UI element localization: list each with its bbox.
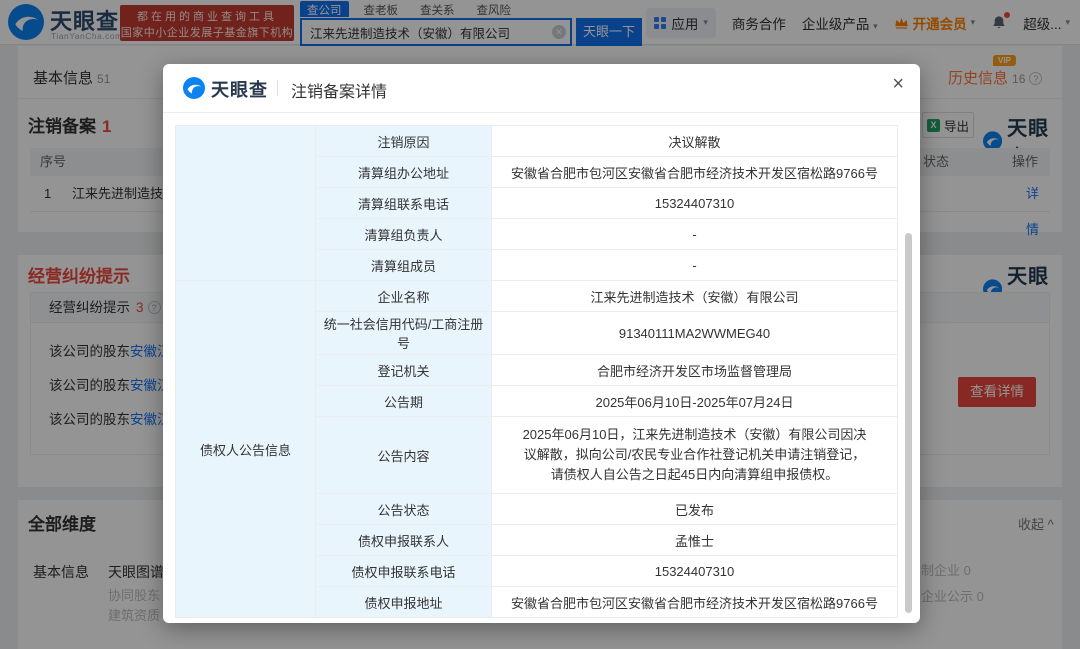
modal-table-value: 已发布 [492,494,898,525]
modal-table-value: 2025年06月10日-2025年07月24日 [492,386,898,417]
divider [277,80,278,96]
modal-brand-name: 天眼查 [211,76,268,102]
modal-table-value: - [492,219,898,250]
tianyancha-swirl-icon [183,77,205,99]
modal-table-value: 安徽省合肥市包河区安徽省合肥市经济技术开发区宿松路9766号 [492,587,898,618]
modal-table-label: 债权申报地址 [316,587,492,618]
modal-title: 注销备案详情 [291,78,387,102]
modal-table-label: 清算组办公地址 [316,157,492,188]
modal-table-value: 安徽省合肥市包河区安徽省合肥市经济技术开发区宿松路9766号 [492,157,898,188]
modal-table-label: 登记机关 [316,355,492,386]
modal-table: 注销原因决议解散清算组办公地址安徽省合肥市包河区安徽省合肥市经济技术开发区宿松路… [175,125,898,618]
modal-table-label: 公告期 [316,386,492,417]
modal-table-label: 清算组成员 [316,250,492,281]
close-icon[interactable]: × [892,74,904,94]
scrollbar-thumb[interactable] [905,233,912,613]
divider [163,112,920,113]
modal-table-value: 孟惟士 [492,525,898,556]
modal-table-value: 91340111MA2WWMEG40 [492,312,898,355]
modal-table-group-cell [176,126,316,281]
modal-table-value: 15324407310 [492,188,898,219]
modal-table-value: 2025年06月10日，江来先进制造技术（安徽）有限公司因决议解散，拟向公司/农… [492,417,898,494]
modal-table-group-cell: 债权人公告信息 [176,281,316,618]
modal-table-value: 决议解散 [492,126,898,157]
modal-table-label: 债权申报联系人 [316,525,492,556]
modal-table-label: 企业名称 [316,281,492,312]
modal-table-label: 公告状态 [316,494,492,525]
modal-table-label: 清算组联系电话 [316,188,492,219]
modal-table-label: 统一社会信用代码/工商注册号 [316,312,492,355]
modal-table-label: 债权申报联系电话 [316,556,492,587]
modal-table-label: 公告内容 [316,417,492,494]
modal-table-value: - [492,250,898,281]
modal-table-body: 注销原因决议解散清算组办公地址安徽省合肥市包河区安徽省合肥市经济技术开发区宿松路… [176,126,898,618]
modal-table-label: 注销原因 [316,126,492,157]
modal-header: 天眼查 注销备案详情 × [163,64,920,112]
modal-table-value: 江来先进制造技术（安徽）有限公司 [492,281,898,312]
modal-table-value: 15324407310 [492,556,898,587]
cancellation-detail-modal: 天眼查 注销备案详情 × 注销原因决议解散清算组办公地址安徽省合肥市包河区安徽省… [163,64,920,623]
modal-table-label: 清算组负责人 [316,219,492,250]
modal-table-value: 合肥市经济开发区市场监督管理局 [492,355,898,386]
